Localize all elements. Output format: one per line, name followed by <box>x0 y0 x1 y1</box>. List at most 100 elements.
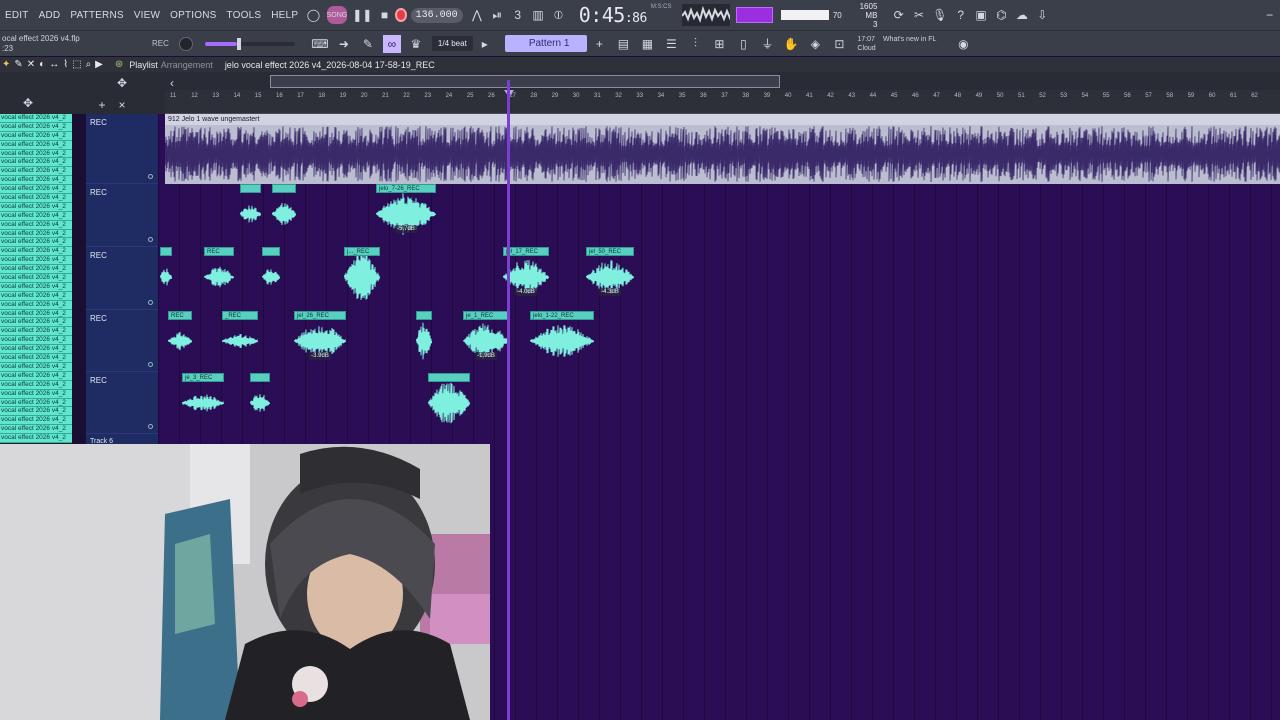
audio-clip[interactable] <box>262 247 280 306</box>
menu-options[interactable]: OPTIONS <box>165 10 221 21</box>
browser-icon[interactable]: ⊞ <box>710 35 728 53</box>
track-header[interactable]: REC <box>86 372 158 434</box>
channel-item[interactable]: vocal effect 2026 v4_2 <box>0 149 72 159</box>
track-dot[interactable] <box>148 362 153 367</box>
pattern-song-toggle[interactable]: SONG <box>326 6 348 24</box>
chat-icon[interactable]: ☁ <box>1015 6 1029 24</box>
audio-clip[interactable] <box>428 373 470 432</box>
menu-edit[interactable]: EDIT <box>0 10 34 21</box>
audio-clip[interactable]: REC <box>168 311 192 370</box>
channel-item[interactable]: vocal effect 2026 v4_2 <box>0 282 72 292</box>
playhead[interactable] <box>507 80 510 720</box>
channel-item[interactable]: vocal effect 2026 v4_2 <box>0 265 72 275</box>
channel-item[interactable]: vocal effect 2026 v4_2 <box>0 354 72 363</box>
audio-clip[interactable]: jelo_1-22_REC <box>530 311 594 370</box>
add-pattern-icon[interactable]: + <box>590 35 608 53</box>
track-header[interactable]: REC <box>86 114 158 184</box>
channel-item[interactable]: vocal effect 2026 v4_2 <box>0 309 72 319</box>
save-icon[interactable]: ▣ <box>974 6 988 24</box>
download-icon[interactable]: ⇩ <box>1035 6 1049 24</box>
channel-item[interactable]: vocal effect 2026 v4_2 <box>0 318 72 328</box>
channel-item[interactable]: vocal effect 2026 v4_2 <box>0 407 72 417</box>
channel-item[interactable]: vocal effect 2026 v4_2 <box>0 229 72 239</box>
tempo-display[interactable]: 136.000 <box>410 7 463 23</box>
master-volume-meter[interactable] <box>780 10 829 20</box>
channel-item[interactable]: vocal effect 2026 v4_2 <box>0 185 72 195</box>
channel-item[interactable]: vocal effect 2026 v4_2 <box>0 238 72 248</box>
track-header[interactable]: REC <box>86 310 158 372</box>
audio-clip[interactable]: je_1_REC -1.9dB <box>463 311 509 370</box>
audio-clip-main[interactable]: 912 Jelo 1 wave ungemastert <box>165 114 1280 184</box>
channel-item[interactable]: vocal effect 2026 v4_2 <box>0 158 72 168</box>
audio-clip[interactable]: jel_50_REC -4.3dB <box>586 247 634 306</box>
channel-item[interactable]: vocal effect 2026 v4_2 <box>0 256 72 266</box>
paint-icon[interactable]: ✎ <box>14 59 22 70</box>
minimize-icon[interactable]: − <box>1262 6 1276 24</box>
slider-thumb[interactable] <box>236 37 241 50</box>
channel-item[interactable]: vocal effect 2026 v4_2 <box>0 300 72 310</box>
globe-icon[interactable]: ◉ <box>954 35 972 53</box>
close-track-icon[interactable]: × <box>113 96 131 114</box>
countdown-icon[interactable]: 3 <box>510 6 524 24</box>
channel-item[interactable]: vocal effect 2026 v4_2 <box>0 362 72 372</box>
pause-icon[interactable]: ❚❚ <box>352 6 372 24</box>
step-edit-icon[interactable]: ▥ <box>531 6 545 24</box>
menu-patterns[interactable]: PATTERNS <box>65 10 128 21</box>
channel-item[interactable]: vocal effect 2026 v4_2 <box>0 345 72 355</box>
audio-clip[interactable] <box>160 247 172 306</box>
cart-icon[interactable]: ⊡ <box>830 35 848 53</box>
channel-item[interactable]: vocal effect 2026 v4_2 <box>0 194 72 203</box>
add-track-icon[interactable]: + <box>93 96 111 114</box>
arrow-icon[interactable]: ➜ <box>335 35 353 53</box>
audio-clip[interactable]: jelo_7-26_REC -5.7dB <box>376 184 436 243</box>
metronome-icon[interactable]: ⋀ <box>470 6 484 24</box>
master-volume-slider[interactable] <box>204 37 295 50</box>
channel-item[interactable]: vocal effect 2026 v4_2 <box>0 434 72 443</box>
zoom-icon[interactable]: ⌕ <box>86 59 92 70</box>
channel-item[interactable]: vocal effect 2026 v4_2 <box>0 389 72 399</box>
channel-item[interactable]: vocal effect 2026 v4_2 <box>0 176 72 186</box>
channel-item[interactable]: vocal effect 2026 v4_2 <box>0 140 72 150</box>
slice-icon[interactable]: ⌇ <box>63 59 68 70</box>
channel-item[interactable]: vocal effect 2026 v4_2 <box>0 247 72 257</box>
channel-item[interactable]: vocal effect 2026 v4_2 <box>0 371 72 381</box>
move-icon[interactable]: ✥ <box>113 74 131 92</box>
menu-tools[interactable]: TOOLS <box>222 10 267 21</box>
playlist-overview[interactable] <box>270 75 780 88</box>
menu-add[interactable]: ADD <box>34 10 66 21</box>
plugin-icon[interactable]: ⌬ <box>994 6 1008 24</box>
channel-item[interactable]: vocal effect 2026 v4_2 <box>0 291 72 301</box>
link-icon[interactable]: ∞ <box>382 34 401 53</box>
news-panel[interactable]: 17:07 What's new in FL Cloud <box>857 35 936 53</box>
record-button[interactable] <box>394 8 407 22</box>
timeline-ruler[interactable]: 11 12 13 14 15 16 17 18 19 20 21 22 23 24 25 26 27 28 29 30… <box>165 90 1280 114</box>
stop-icon[interactable]: ■ <box>377 6 391 24</box>
channel-item[interactable]: vocal effect 2026 v4_2 <box>0 220 72 230</box>
audio-clip[interactable]: j..._REC <box>344 247 380 306</box>
stamp-icon[interactable]: ♛ <box>407 35 425 53</box>
piano-roll-icon[interactable]: ▦ <box>638 35 656 53</box>
channel-rack-icon[interactable]: ☰ <box>662 35 680 53</box>
audio-clip[interactable] <box>272 184 296 243</box>
channel-item[interactable]: vocal effect 2026 v4_2 <box>0 380 72 390</box>
pattern-selector[interactable]: Pattern 1 <box>504 35 588 52</box>
menu-help[interactable]: HELP <box>266 10 303 21</box>
track-dot[interactable] <box>148 174 153 179</box>
audio-clip[interactable]: REC <box>204 247 234 306</box>
channel-item[interactable]: vocal effect 2026 v4_2 <box>0 327 72 337</box>
channel-item[interactable]: vocal effect 2026 v4_2 <box>0 416 72 426</box>
channel-item[interactable]: vocal effect 2026 v4_2 <box>0 336 72 346</box>
microphone-icon[interactable]: 🎙 <box>932 6 947 24</box>
audio-clip[interactable]: je_3_REC <box>182 373 224 432</box>
playlist-icon[interactable]: ▤ <box>614 35 632 53</box>
delete-icon[interactable]: ✕ <box>27 59 35 70</box>
slip-icon[interactable]: ↔ <box>49 59 59 70</box>
channel-item[interactable]: vocal effect 2026 v4_2 <box>0 211 72 221</box>
channel-item[interactable]: vocal effect 2026 v4_2 <box>0 274 72 283</box>
audio-clip[interactable] <box>250 373 270 432</box>
restart-icon[interactable]: ⟳ <box>891 6 905 24</box>
play-pattern-icon[interactable]: ▸ <box>476 35 494 53</box>
mute-icon[interactable]: ◐ <box>39 59 45 70</box>
channel-item[interactable]: vocal effect 2026 v4_2 <box>0 122 72 132</box>
marker-icon[interactable]: ◈ <box>806 35 824 53</box>
